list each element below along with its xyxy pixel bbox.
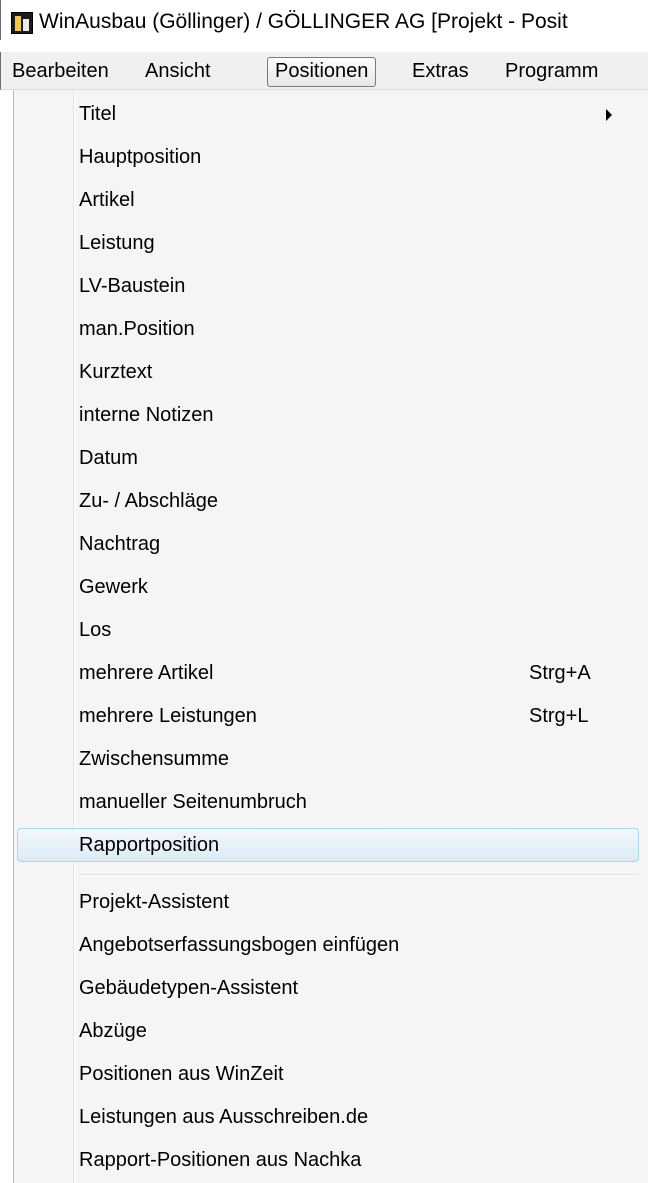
menu-programm[interactable]: Programm [498,57,605,85]
menu-item-label: Kurztext [79,361,153,383]
menu-item-label: manueller Seitenumbruch [79,791,307,813]
menu-item-positionen-aus-winzeit[interactable]: Positionen aus WinZeit [14,1057,648,1095]
menu-item-zwischensumme[interactable]: Zwischensumme [14,742,648,780]
menu-item-angebotserfassungsbogen-einfuegen[interactable]: Angebotserfassungsbogen einfügen [14,928,648,966]
menu-item-rapport-positionen-aus-nachka[interactable]: Rapport-Positionen aus Nachka [14,1143,648,1181]
menu-item-kurztext[interactable]: Kurztext [14,355,648,393]
menu-item-leistung[interactable]: Leistung [14,226,648,264]
menu-item-manueller-seitenumbruch[interactable]: manueller Seitenumbruch [14,785,648,823]
menu-ansicht[interactable]: Ansicht [138,57,218,85]
menu-bearbeiten[interactable]: Bearbeiten [5,57,116,85]
shortcut-label: Strg+L [529,705,589,727]
menu-item-label: Datum [79,447,138,469]
menu-item-label: mehrere Leistungen [79,705,257,727]
positionen-dropdown-menu: Titel Hauptposition Artikel Leistung LV-… [13,90,648,1183]
menu-item-lv-baustein[interactable]: LV-Baustein [14,269,648,307]
menu-item-label: Leistungen aus Ausschreiben.de [79,1106,369,1128]
menu-item-rapportposition[interactable]: Rapportposition [14,827,648,865]
menu-item-gewerk[interactable]: Gewerk [14,570,648,608]
menu-item-interne-notizen[interactable]: interne Notizen [14,398,648,436]
menu-item-gebaeudetypen-assistent[interactable]: Gebäudetypen-Assistent [14,971,648,1009]
menu-item-projekt-assistent[interactable]: Projekt-Assistent [14,885,648,923]
menu-item-mehrere-leistungen[interactable]: mehrere Leistungen Strg+L [14,699,648,737]
menu-item-leistungen-aus-ausschreiben[interactable]: Leistungen aus Ausschreiben.de [14,1100,648,1138]
menu-positionen[interactable]: Positionen [267,57,377,87]
menu-item-label: Positionen aus WinZeit [79,1063,284,1085]
submenu-arrow-icon [606,109,612,121]
menu-item-label: Zu- / Abschläge [79,490,218,512]
menu-item-hauptposition[interactable]: Hauptposition [14,140,648,178]
menu-item-label: Los [79,619,112,641]
menu-item-label: Gewerk [79,576,148,598]
menu-item-mehrere-artikel[interactable]: mehrere Artikel Strg+A [14,656,648,694]
menu-item-label: Abzüge [79,1020,147,1042]
menu-extras[interactable]: Extras [405,57,476,85]
menu-item-label: LV-Baustein [79,275,186,297]
menu-item-label: Nachtrag [79,533,161,555]
menu-item-abzuege[interactable]: Abzüge [14,1014,648,1052]
menu-item-nachtrag[interactable]: Nachtrag [14,527,648,565]
menu-item-label: Gebäudetypen-Assistent [79,977,299,999]
menu-item-label: Rapport-Positionen aus Nachka [79,1149,362,1171]
menu-item-label: Angebotserfassungsbogen einfügen [79,934,400,956]
menu-item-man-position[interactable]: man.Position [14,312,648,350]
menu-bar: Bearbeiten Ansicht Positionen Extras Pro… [0,52,648,90]
menu-item-label: mehrere Artikel [79,662,214,684]
title-bar: WinAusbau (Göllinger) / GÖLLINGER AG [Pr… [0,0,648,40]
shortcut-label: Strg+A [529,662,591,684]
menu-item-label: Hauptposition [79,146,202,168]
menu-item-label: Titel [79,103,117,125]
menu-item-label: interne Notizen [79,404,214,426]
menu-item-titel[interactable]: Titel [14,97,648,135]
menu-item-datum[interactable]: Datum [14,441,648,479]
window-title: WinAusbau (Göllinger) / GÖLLINGER AG [Pr… [39,10,568,33]
menu-item-label: Zwischensumme [79,748,230,770]
app-icon[interactable] [11,12,33,34]
menu-item-zu-abschlaege[interactable]: Zu- / Abschläge [14,484,648,522]
menu-item-label: Artikel [79,189,135,211]
menu-item-label: man.Position [79,318,195,340]
menu-item-los[interactable]: Los [14,613,648,651]
menu-item-label: Leistung [79,232,155,254]
menu-item-artikel[interactable]: Artikel [14,183,648,221]
menu-item-label: Projekt-Assistent [79,891,230,913]
menu-item-label: Rapportposition [79,834,220,856]
